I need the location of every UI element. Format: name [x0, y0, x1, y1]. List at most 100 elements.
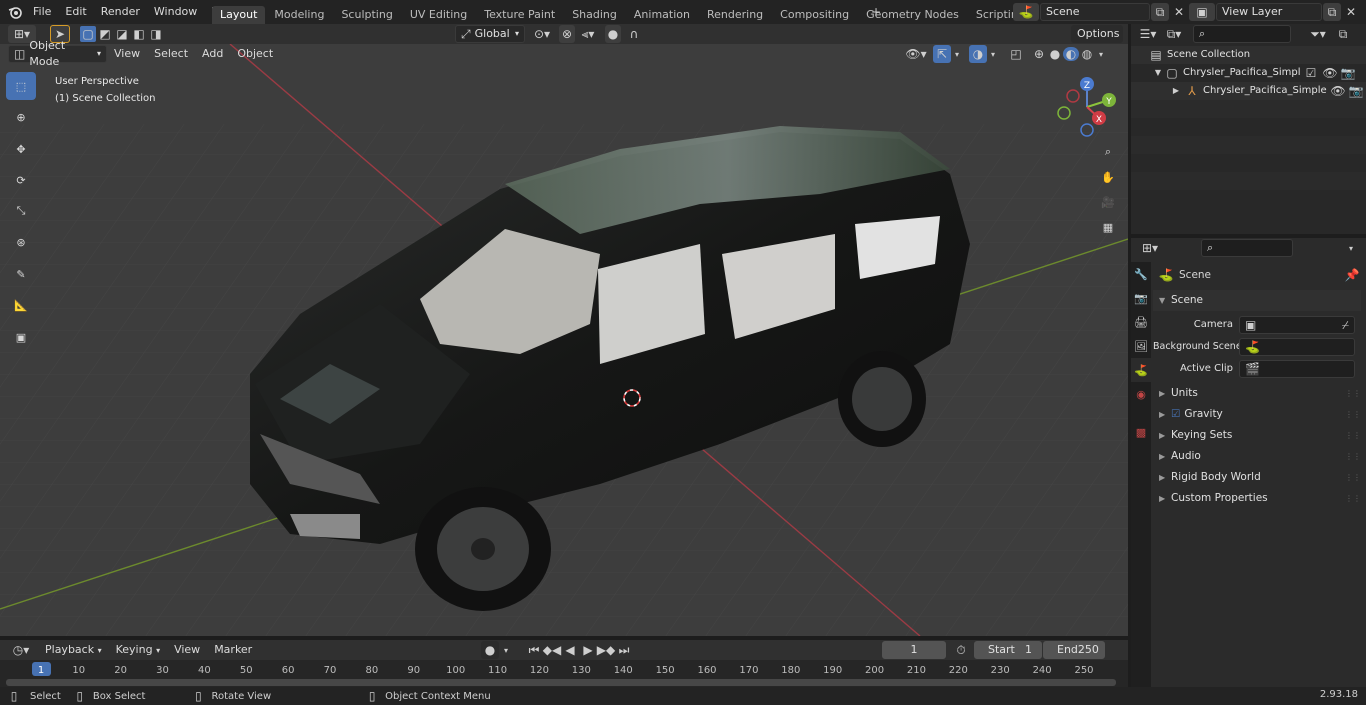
- object-expand-icon[interactable]: ▶: [1171, 82, 1181, 100]
- remove-scene-icon[interactable]: ✕: [1171, 5, 1187, 19]
- gravity-checkbox-icon[interactable]: ☑: [1171, 404, 1180, 425]
- new-view-layer-icon[interactable]: ⧉: [1323, 3, 1341, 21]
- menu-edit[interactable]: Edit: [58, 0, 93, 24]
- cursor-tool-icon[interactable]: ⊕: [6, 103, 36, 131]
- object-render-icon[interactable]: 📷: [1349, 82, 1364, 100]
- view-layer-tab-icon[interactable]: 🖼: [1131, 334, 1151, 358]
- xray-toggle-icon[interactable]: ◰: [1007, 47, 1025, 61]
- timeline-menu-view[interactable]: View: [167, 641, 207, 659]
- options-dropdown[interactable]: Options ▾: [1071, 25, 1123, 57]
- workspace-tab-texture-paint[interactable]: Texture Paint: [476, 6, 563, 24]
- menu-window[interactable]: Window: [147, 0, 204, 24]
- current-frame-field[interactable]: 1: [882, 641, 946, 659]
- jump-end-icon[interactable]: ⏭: [615, 643, 633, 658]
- outliner-row-collection[interactable]: ▼ ▢ Chrysler_Pacifica_Simple_Inte ☑ 👁 📷: [1131, 64, 1366, 82]
- tool-tab-icon[interactable]: 🔧: [1131, 262, 1151, 286]
- select-intersect-icon[interactable]: ◨: [148, 26, 164, 42]
- panel-custom-properties[interactable]: ▶ Custom Properties ⋮⋮: [1153, 488, 1361, 509]
- jump-start-icon[interactable]: ⏮: [525, 643, 543, 658]
- scene-panel-header[interactable]: ▼ Scene: [1153, 290, 1361, 311]
- eyedropper-icon[interactable]: ⌿: [1342, 317, 1349, 333]
- collection-exclude-checkbox-icon[interactable]: ☑: [1305, 64, 1317, 82]
- collection-visibility-icon[interactable]: 👁: [1322, 64, 1337, 82]
- rotate-tool-icon[interactable]: ⟳: [6, 166, 36, 194]
- timeline-editor-icon[interactable]: ◷▾: [8, 643, 34, 657]
- scale-tool-icon[interactable]: ⤡: [6, 197, 36, 225]
- select-box-tool-icon[interactable]: ⬚: [6, 72, 36, 100]
- viewport-menu-add[interactable]: Add: [195, 45, 230, 63]
- start-frame-field[interactable]: Start 1: [974, 641, 1042, 659]
- outliner-display-mode-icon[interactable]: ⧉▾: [1161, 27, 1187, 42]
- object-mode-dropdown[interactable]: ◫ Object Mode ▾: [8, 39, 107, 68]
- move-tool-icon[interactable]: ✥: [6, 135, 36, 163]
- scene-tab-icon[interactable]: ⛳: [1131, 358, 1151, 382]
- workspace-tab-modeling[interactable]: Modeling: [266, 6, 332, 24]
- viewport-menu-object[interactable]: Object: [230, 45, 280, 63]
- scene-icon[interactable]: ⛳: [1013, 3, 1039, 21]
- outliner-row-scene-collection[interactable]: ▤ Scene Collection: [1131, 46, 1366, 64]
- workspace-tab-animation[interactable]: Animation: [626, 6, 698, 24]
- drag-handle-icon[interactable]: ⋮⋮: [1345, 446, 1361, 467]
- viewport-menu-view[interactable]: View: [107, 45, 147, 63]
- workspace-tab-uv-editing[interactable]: UV Editing: [402, 6, 475, 24]
- workspace-tab-compositing[interactable]: Compositing: [772, 6, 857, 24]
- workspace-tab-sculpting[interactable]: Sculpting: [333, 6, 400, 24]
- orthographic-grid-icon[interactable]: ▦: [1096, 215, 1120, 239]
- menu-render[interactable]: Render: [94, 0, 147, 24]
- workspace-tab-shading[interactable]: Shading: [564, 6, 625, 24]
- active-clip-field[interactable]: 🎬: [1239, 359, 1355, 378]
- panel-gravity[interactable]: ▶ ☑ Gravity ⋮⋮: [1153, 404, 1361, 425]
- outliner-new-collection-icon[interactable]: ⧉: [1335, 27, 1351, 42]
- orientation-dropdown[interactable]: ⤢ Global ▾: [455, 25, 525, 43]
- keying-dropdown-icon[interactable]: ▾: [499, 646, 513, 655]
- menu-file[interactable]: File: [26, 0, 58, 24]
- drag-handle-icon[interactable]: ⋮⋮: [1345, 383, 1361, 404]
- properties-search-input[interactable]: ⌕: [1201, 239, 1293, 257]
- pan-hand-icon[interactable]: ✋: [1096, 165, 1120, 189]
- view-layer-field[interactable]: View Layer: [1216, 3, 1322, 21]
- collection-render-icon[interactable]: 📷: [1341, 64, 1356, 82]
- add-workspace-icon[interactable]: +: [869, 4, 883, 20]
- remove-view-layer-icon[interactable]: ✕: [1343, 5, 1359, 19]
- workspace-tab-rendering[interactable]: Rendering: [699, 6, 771, 24]
- new-scene-icon[interactable]: ⧉: [1151, 3, 1169, 21]
- camera-field[interactable]: ▣ ⌿: [1239, 315, 1355, 334]
- drag-handle-icon[interactable]: ⋮⋮: [1345, 467, 1361, 488]
- render-tab-icon[interactable]: 📷: [1131, 286, 1151, 310]
- solid-shading-icon[interactable]: ●: [1047, 47, 1063, 61]
- material-shading-icon[interactable]: ◐: [1063, 47, 1079, 61]
- wireframe-shading-icon[interactable]: ⊕: [1031, 47, 1047, 61]
- blender-logo-icon[interactable]: [4, 0, 26, 24]
- pivot-point-icon[interactable]: ⊙▾: [529, 27, 555, 41]
- play-reverse-icon[interactable]: ◀: [561, 643, 579, 657]
- zoom-icon[interactable]: ⌕: [1096, 140, 1120, 164]
- snap-target-icon[interactable]: ⫷▾: [577, 27, 599, 42]
- auto-keying-icon[interactable]: ●: [481, 641, 499, 659]
- panel-units[interactable]: ▶ Units ⋮⋮: [1153, 383, 1361, 404]
- drag-handle-icon[interactable]: ⋮⋮: [1345, 488, 1361, 509]
- drag-handle-icon[interactable]: ⋮⋮: [1345, 425, 1361, 446]
- panel-keying-sets[interactable]: ▶ Keying Sets ⋮⋮: [1153, 425, 1361, 446]
- proportional-edit-icon[interactable]: ●: [605, 25, 621, 43]
- select-extend-icon[interactable]: ◩: [97, 26, 113, 42]
- shading-dropdown-icon[interactable]: ▾: [1095, 50, 1107, 59]
- prev-keyframe-icon[interactable]: ◆◀: [543, 643, 561, 657]
- outliner-filter-icon[interactable]: ⏷▾: [1305, 27, 1331, 42]
- add-cube-tool-icon[interactable]: ▣: [6, 323, 36, 351]
- navigation-gizmo[interactable]: Z Y X: [1052, 74, 1122, 140]
- view-layer-icon[interactable]: ▣: [1189, 3, 1215, 21]
- snap-toggle-icon[interactable]: ⊗: [559, 25, 575, 43]
- scene-field[interactable]: Scene: [1040, 3, 1150, 21]
- outliner-editor-icon[interactable]: ☰▾: [1137, 27, 1159, 41]
- camera-view-icon[interactable]: 🎥: [1096, 190, 1120, 214]
- properties-options-icon[interactable]: ▾: [1343, 244, 1359, 253]
- play-icon[interactable]: ▶: [579, 643, 597, 657]
- panel-rigid-body-world[interactable]: ▶ Rigid Body World ⋮⋮: [1153, 467, 1361, 488]
- viewport-menu-select[interactable]: Select: [147, 45, 195, 63]
- pin-icon[interactable]: 📌: [1345, 268, 1360, 282]
- properties-editor-icon[interactable]: ⊞▾: [1137, 241, 1163, 255]
- preview-range-icon[interactable]: ⏱: [952, 643, 970, 658]
- select-subtract-icon[interactable]: ◪: [114, 26, 130, 42]
- timeline-menu-keying[interactable]: Keying ▾: [109, 641, 167, 659]
- texture-tab-icon[interactable]: ▩: [1131, 420, 1151, 444]
